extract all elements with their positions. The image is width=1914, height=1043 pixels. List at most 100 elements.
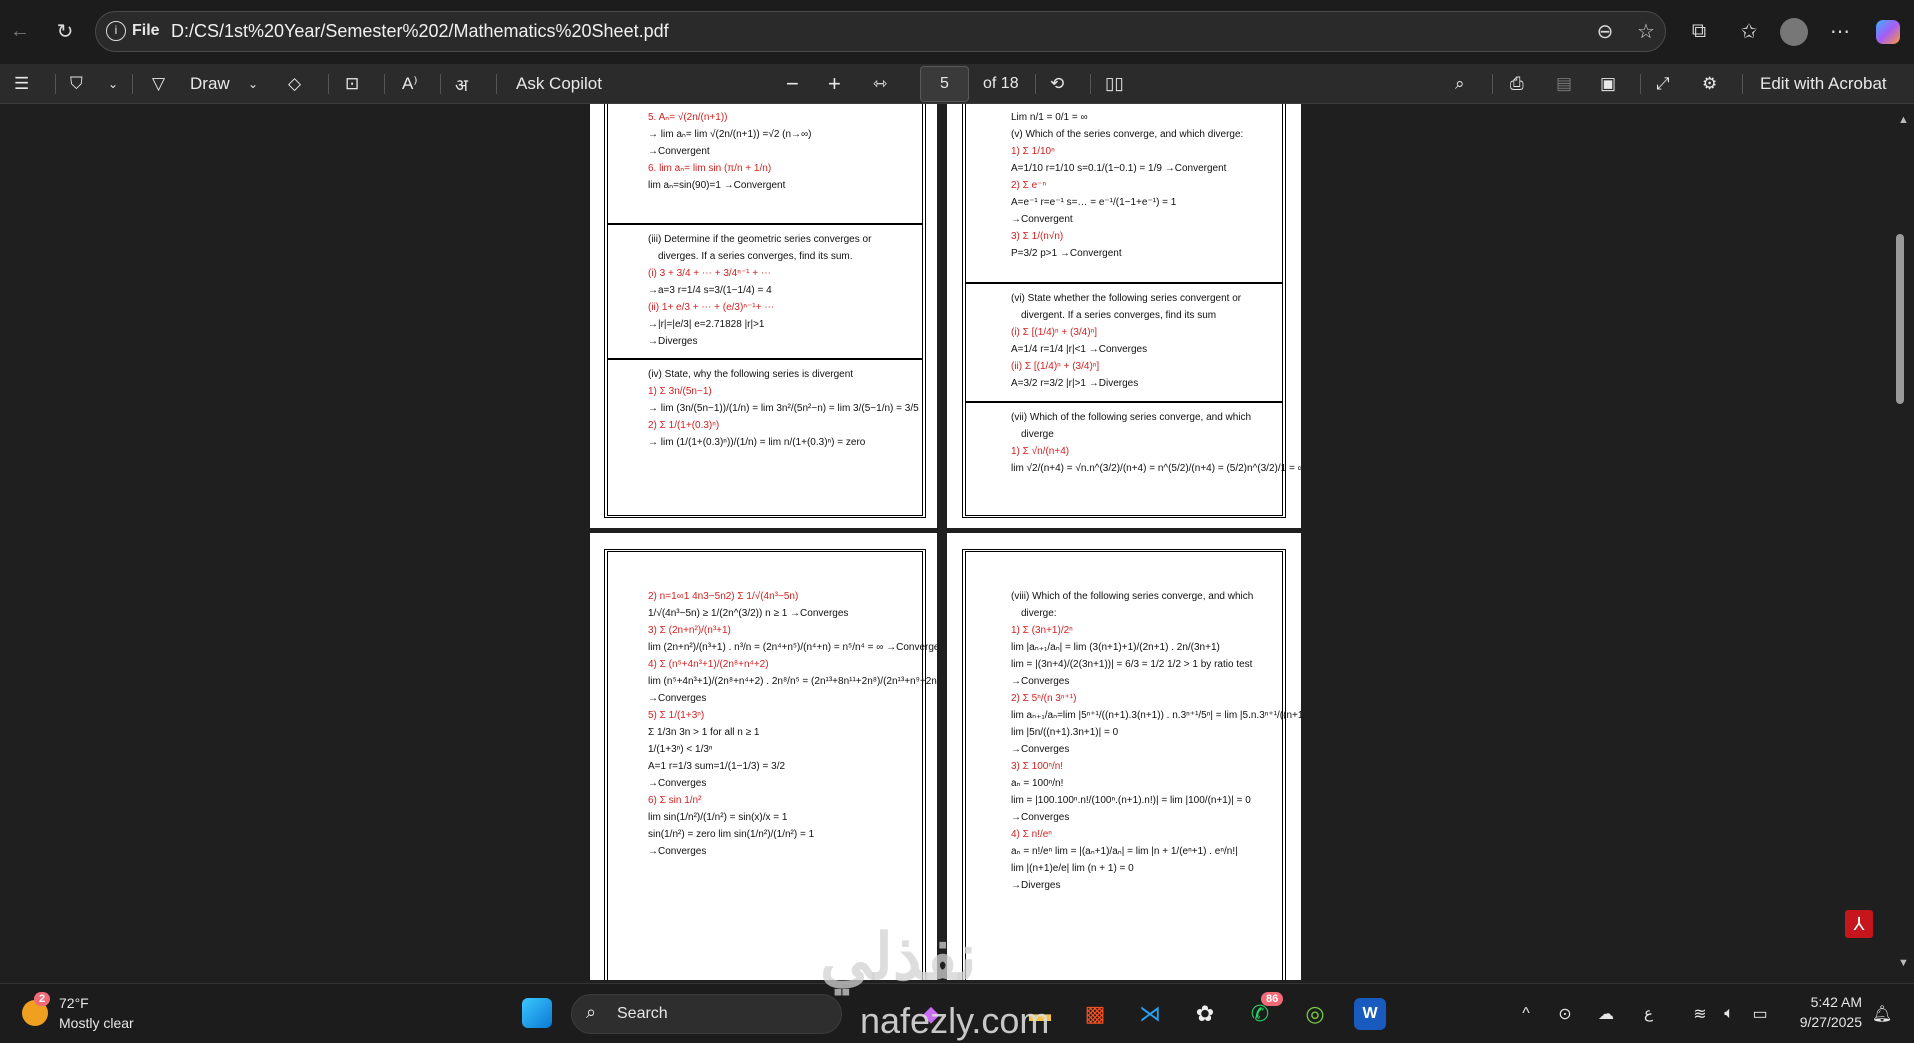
solution-line: A=3/2 r=3/2 |r|>1 →Diverges	[1011, 378, 1139, 389]
highlight-icon[interactable]: ⛉	[70, 69, 83, 99]
save-icon[interactable]: ▤	[1556, 69, 1572, 99]
volume-icon[interactable]: 🔈︎	[1713, 998, 1745, 1030]
page-frame: Lim n/1 = 0/1 = ∞ (v) Which of the series…	[962, 104, 1301, 518]
onedrive-icon[interactable]: ☁	[1590, 998, 1622, 1030]
pdf-page-4: Lim n/1 = 0/1 = ∞ (v) Which of the series…	[947, 104, 1301, 528]
clock-time[interactable]: 5:42 AM	[1802, 994, 1862, 1010]
taskbar-search[interactable]: ⌕ Search	[571, 994, 842, 1034]
file-label: File	[132, 22, 160, 39]
address-bar[interactable]: i File D:/CS/1st%20Year/Semester%202/Mat…	[95, 11, 1666, 52]
problem-line: 3) Σ 1/(n√n)	[1011, 231, 1064, 242]
notifications-icon[interactable]: 🔔︎	[1866, 998, 1898, 1030]
info-icon[interactable]: i	[106, 21, 126, 41]
show-hidden-icons[interactable]: ^	[1510, 998, 1542, 1030]
draw-icon[interactable]: ▽	[152, 69, 165, 99]
solution-line: lim |(n+1)e/e| lim (n + 1) = 0	[1011, 863, 1134, 874]
scrollbar-thumb[interactable]	[1896, 234, 1904, 404]
wifi-icon[interactable]: ≋	[1684, 998, 1716, 1030]
problem-line: 3) Σ (2n+n²)/(n³+1)	[648, 625, 731, 636]
solution-line: sin(1/n²) = zero lim sin(1/n²)/(1/n²) = …	[648, 829, 815, 840]
solution-line: lim = |(3n+4)/(2(3n+1))| = 6/3 = 1/2 1/2…	[1011, 659, 1253, 670]
language-indicator[interactable]: ع	[1644, 1004, 1653, 1022]
solution-line: (vi) State whether the following series …	[1011, 293, 1242, 304]
contents-list-icon[interactable]: ☰	[14, 69, 29, 99]
page-number-input[interactable]: 5	[920, 66, 969, 102]
vscode-icon[interactable]: ⋊	[1134, 998, 1166, 1030]
eraser-icon[interactable]: ◇	[288, 69, 301, 99]
clock-date[interactable]: 9/27/2025	[1790, 1014, 1862, 1030]
solution-line: →Diverges	[648, 336, 698, 347]
scroll-down-icon[interactable]: ▼	[1898, 957, 1909, 969]
app-tray-icon[interactable]: ⊙	[1549, 998, 1581, 1030]
refresh-icon[interactable]: ↻	[50, 16, 80, 46]
translate-icon[interactable]: अ	[455, 69, 468, 99]
solution-line: →Converges	[1011, 676, 1070, 687]
solution-line: A=e⁻¹ r=e⁻¹ s=… = e⁻¹/(1−1+e⁻¹) = 1	[1011, 197, 1177, 208]
highlight-chevron-icon[interactable]: ⌄	[108, 69, 118, 99]
store-icon[interactable]: ▩	[1079, 998, 1111, 1030]
app-icon[interactable]: ◎	[1299, 998, 1331, 1030]
pdf-page-3: 5. Aₙ= √(2n/(n+1)) → lim aₙ= lim √(2n/(n+…	[590, 104, 937, 528]
search-icon[interactable]: ⌕	[1455, 69, 1465, 99]
problem-line: 2) n=1∞1 4n3−5n2) Σ 1/√(4n³−5n)	[648, 591, 799, 602]
solution-line: lim = |100.100ⁿ.n!/(100ⁿ.(n+1).n!)| = li…	[1011, 795, 1251, 806]
favorite-star-icon[interactable]: ☆	[1631, 16, 1661, 46]
draw-chevron-icon[interactable]: ⌄	[248, 69, 258, 99]
solution-line: →Diverges	[1011, 880, 1061, 891]
extensions-icon[interactable]: ⧉	[1684, 16, 1714, 46]
battery-icon[interactable]: ▭	[1744, 998, 1776, 1030]
acrobat-icon[interactable]: ⅄	[1845, 910, 1873, 938]
print-icon[interactable]: ⎙	[1510, 69, 1524, 99]
solution-line: → lim aₙ= lim √(2n/(n+1)) =√2 (n→∞)	[648, 129, 812, 140]
more-icon[interactable]: ⋯	[1825, 16, 1855, 46]
solution-line: →Converges	[648, 693, 707, 704]
fullscreen-icon[interactable]: ⤢	[1656, 69, 1670, 99]
scroll-up-icon[interactable]: ▲	[1898, 114, 1909, 126]
problem-line: 2) Σ 1/(1+(0.3)ⁿ)	[648, 420, 720, 431]
solution-line: →Converges	[648, 778, 707, 789]
rotate-icon[interactable]: ⟲	[1050, 69, 1064, 99]
solution-line: →|r|=|e/3| e=2.71828 |r|>1	[648, 319, 765, 330]
solution-line: →Convergent	[1011, 214, 1073, 225]
solution-line: → lim (3n/(5n−1))/(1/n) = lim 3n²/(5n²−n…	[648, 403, 919, 414]
weather-temp[interactable]: 72°F	[59, 995, 89, 1011]
url-text[interactable]: D:/CS/1st%20Year/Semester%202/Mathematic…	[171, 21, 669, 42]
ask-copilot-button[interactable]: Ask Copilot	[516, 69, 602, 99]
zoom-out-icon[interactable]: ⊖	[1590, 16, 1620, 46]
browser-titlebar: ← ↻ i File D:/CS/1st%20Year/Semester%202…	[0, 0, 1914, 64]
save-as-icon[interactable]: ▣	[1600, 69, 1616, 99]
section: (vi) State whether the following series …	[966, 284, 1282, 403]
page-view-icon[interactable]: ▯▯	[1105, 69, 1124, 99]
profile-avatar[interactable]	[1780, 18, 1808, 46]
solution-line: 1/√(4n³−5n) ≥ 1/(2n^(3/2)) n ≥ 1 →Conver…	[648, 608, 849, 619]
problem-line: 5. Aₙ= √(2n/(n+1))	[648, 112, 728, 123]
solution-line: Σ 1/3n 3n > 1 for all n ≥ 1	[648, 727, 760, 738]
problem-line: 1) Σ √n/(n+4)	[1011, 446, 1070, 457]
edit-with-acrobat-button[interactable]: Edit with Acrobat	[1760, 69, 1887, 99]
back-icon[interactable]: ←	[5, 16, 35, 46]
solution-line: (vii) Which of the following series conv…	[1011, 412, 1252, 423]
solution-line: lim (2n+n²)/(n³+1) . n³/n = (2n⁴+n⁵)/(n⁴…	[648, 642, 937, 653]
favorites-icon[interactable]: ✩	[1734, 16, 1764, 46]
copilot-icon[interactable]	[1876, 20, 1900, 44]
fit-page-icon[interactable]: ⇿	[873, 69, 887, 99]
solution-line: →Converges	[1011, 744, 1070, 755]
zoom-in-button[interactable]: +	[828, 69, 841, 99]
solution-line: →Convergent	[648, 146, 710, 157]
read-aloud-icon[interactable]: A⁾	[402, 69, 418, 99]
solution-line: (iv) State, why the following series is …	[648, 369, 854, 380]
start-button[interactable]	[522, 998, 552, 1028]
solution-line: 1/(1+3ⁿ) < 1/3ⁿ	[648, 744, 713, 755]
settings-icon[interactable]: ⚙	[1702, 69, 1717, 99]
chatgpt-icon[interactable]: ✿	[1189, 998, 1221, 1030]
draw-button[interactable]: Draw	[190, 69, 230, 99]
text-box-icon[interactable]: ⊡	[345, 69, 359, 99]
word-icon[interactable]: W	[1354, 998, 1386, 1030]
section: (vii) Which of the following series conv…	[966, 403, 1301, 512]
pdf-viewport[interactable]: 5. Aₙ= √(2n/(n+1)) → lim aₙ= lim √(2n/(n+…	[0, 104, 1914, 980]
solution-line: P=3/2 p>1 →Convergent	[1011, 248, 1122, 259]
section: Lim n/1 = 0/1 = ∞ (v) Which of the series…	[966, 104, 1282, 284]
weather-condition[interactable]: Mostly clear	[59, 1015, 134, 1031]
solution-line: aₙ = n!/eⁿ lim = |(aₙ+1)/aₙ| = lim |n + …	[1011, 846, 1238, 857]
zoom-out-button[interactable]: −	[786, 69, 799, 99]
